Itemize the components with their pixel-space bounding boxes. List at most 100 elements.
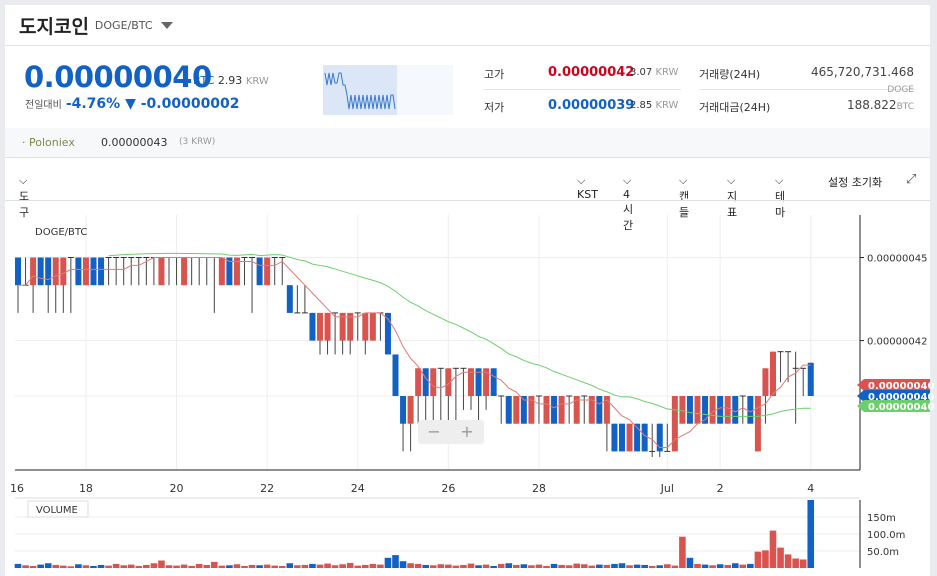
volume-bar [203, 564, 211, 568]
candle-body [75, 257, 82, 286]
volume-bar [701, 564, 709, 568]
volume-bar [482, 564, 490, 568]
candle-body [158, 257, 165, 286]
candle-body [256, 257, 263, 286]
volume-bar [165, 565, 173, 568]
candle-body [52, 257, 59, 286]
y-tick-label: 0.00000045 [867, 254, 927, 265]
volume-bar [241, 565, 248, 568]
volume-bar [369, 563, 377, 568]
volume-bar [105, 565, 112, 568]
volume-bar [97, 564, 105, 568]
volume-bar [112, 563, 120, 568]
volume-bar [505, 563, 513, 568]
volume-bar [226, 565, 233, 568]
volume-bar [641, 564, 648, 568]
price-chart[interactable]: 16 18 20 22 24 26 28 Jul 2 40.000000450.00000042D… [0, 0, 937, 576]
volume-bar [150, 563, 158, 568]
volume-bar [120, 565, 127, 568]
candle-body [181, 257, 188, 286]
candle-body [611, 423, 618, 452]
candle-body [732, 396, 739, 424]
candle-body [513, 396, 520, 424]
volume-bar [90, 565, 97, 568]
volume-tick-label: 150m [867, 513, 896, 524]
volume-bar [694, 563, 701, 568]
volume-bar [331, 565, 339, 568]
volume-bar [29, 565, 37, 568]
volume-bar [709, 565, 716, 568]
volume-bar [316, 564, 324, 568]
volume-bar [648, 565, 656, 568]
candle-body [762, 368, 769, 396]
volume-bar [180, 564, 188, 568]
volume-bar [573, 563, 580, 568]
volume-bar [792, 558, 799, 568]
volume-bar [550, 563, 558, 568]
volume-bar [52, 564, 60, 568]
x-tick-label: 22 [260, 482, 274, 495]
candle-body [407, 396, 414, 424]
volume-bar [211, 561, 218, 568]
volume-bar [777, 547, 784, 568]
candle-body [309, 312, 316, 341]
volume-bar [580, 564, 588, 568]
candle-body [490, 368, 497, 396]
candle-body [754, 396, 761, 452]
candle-body [807, 362, 814, 396]
volume-bar [724, 564, 731, 568]
volume-bar [452, 565, 460, 568]
candle-body [369, 312, 376, 341]
volume-bar [22, 565, 29, 568]
ma-long-price-tag: 0.00000040 [868, 402, 934, 413]
volume-bar [14, 563, 22, 568]
volume-bar [44, 563, 52, 568]
volume-bar [429, 565, 437, 568]
volume-bar [686, 557, 694, 568]
candle-body [430, 368, 437, 396]
zoom-out-icon[interactable]: − [427, 422, 440, 441]
candle-body [264, 257, 271, 286]
x-tick-label: Jul [660, 482, 674, 495]
volume-bar [633, 564, 641, 568]
volume-bar [354, 565, 362, 568]
volume-bar [377, 564, 384, 568]
zoom-in-icon[interactable]: + [460, 422, 473, 441]
candle-body [709, 396, 716, 424]
volume-bar [188, 565, 195, 568]
y-tick-label: 0.00000042 [867, 337, 927, 348]
volume-bar [520, 564, 528, 568]
candle-body [641, 423, 648, 452]
volume-bar [588, 565, 596, 568]
volume-bar [82, 565, 90, 568]
x-tick-label: 24 [351, 482, 365, 495]
candle-body [286, 285, 293, 313]
volume-bar [716, 564, 724, 568]
volume-bar [218, 565, 226, 568]
volume-bar [278, 565, 286, 568]
volume-bar [75, 564, 82, 568]
candle-body [724, 396, 731, 424]
candle-body [505, 396, 512, 424]
volume-bar [513, 564, 520, 568]
candle-body [717, 396, 724, 424]
volume-bar [271, 565, 278, 568]
volume-bar [731, 563, 739, 568]
volume-bar [664, 564, 671, 568]
volume-tick-label: 50.0m [867, 547, 899, 558]
volume-bar [679, 536, 686, 568]
volume-bar [399, 561, 407, 568]
volume-bar [671, 565, 679, 568]
candle-body [770, 351, 776, 396]
candle-body [596, 396, 603, 424]
volume-bar [422, 564, 429, 568]
x-tick-label: 18 [79, 482, 93, 495]
volume-bar [535, 564, 543, 568]
volume-bar [362, 564, 369, 568]
x-tick-label: 2 [717, 482, 724, 495]
candle-body [90, 257, 97, 286]
volume-bar [414, 563, 422, 568]
candle-body [415, 368, 422, 396]
volume-bar [762, 550, 769, 568]
candle-body [694, 396, 701, 424]
